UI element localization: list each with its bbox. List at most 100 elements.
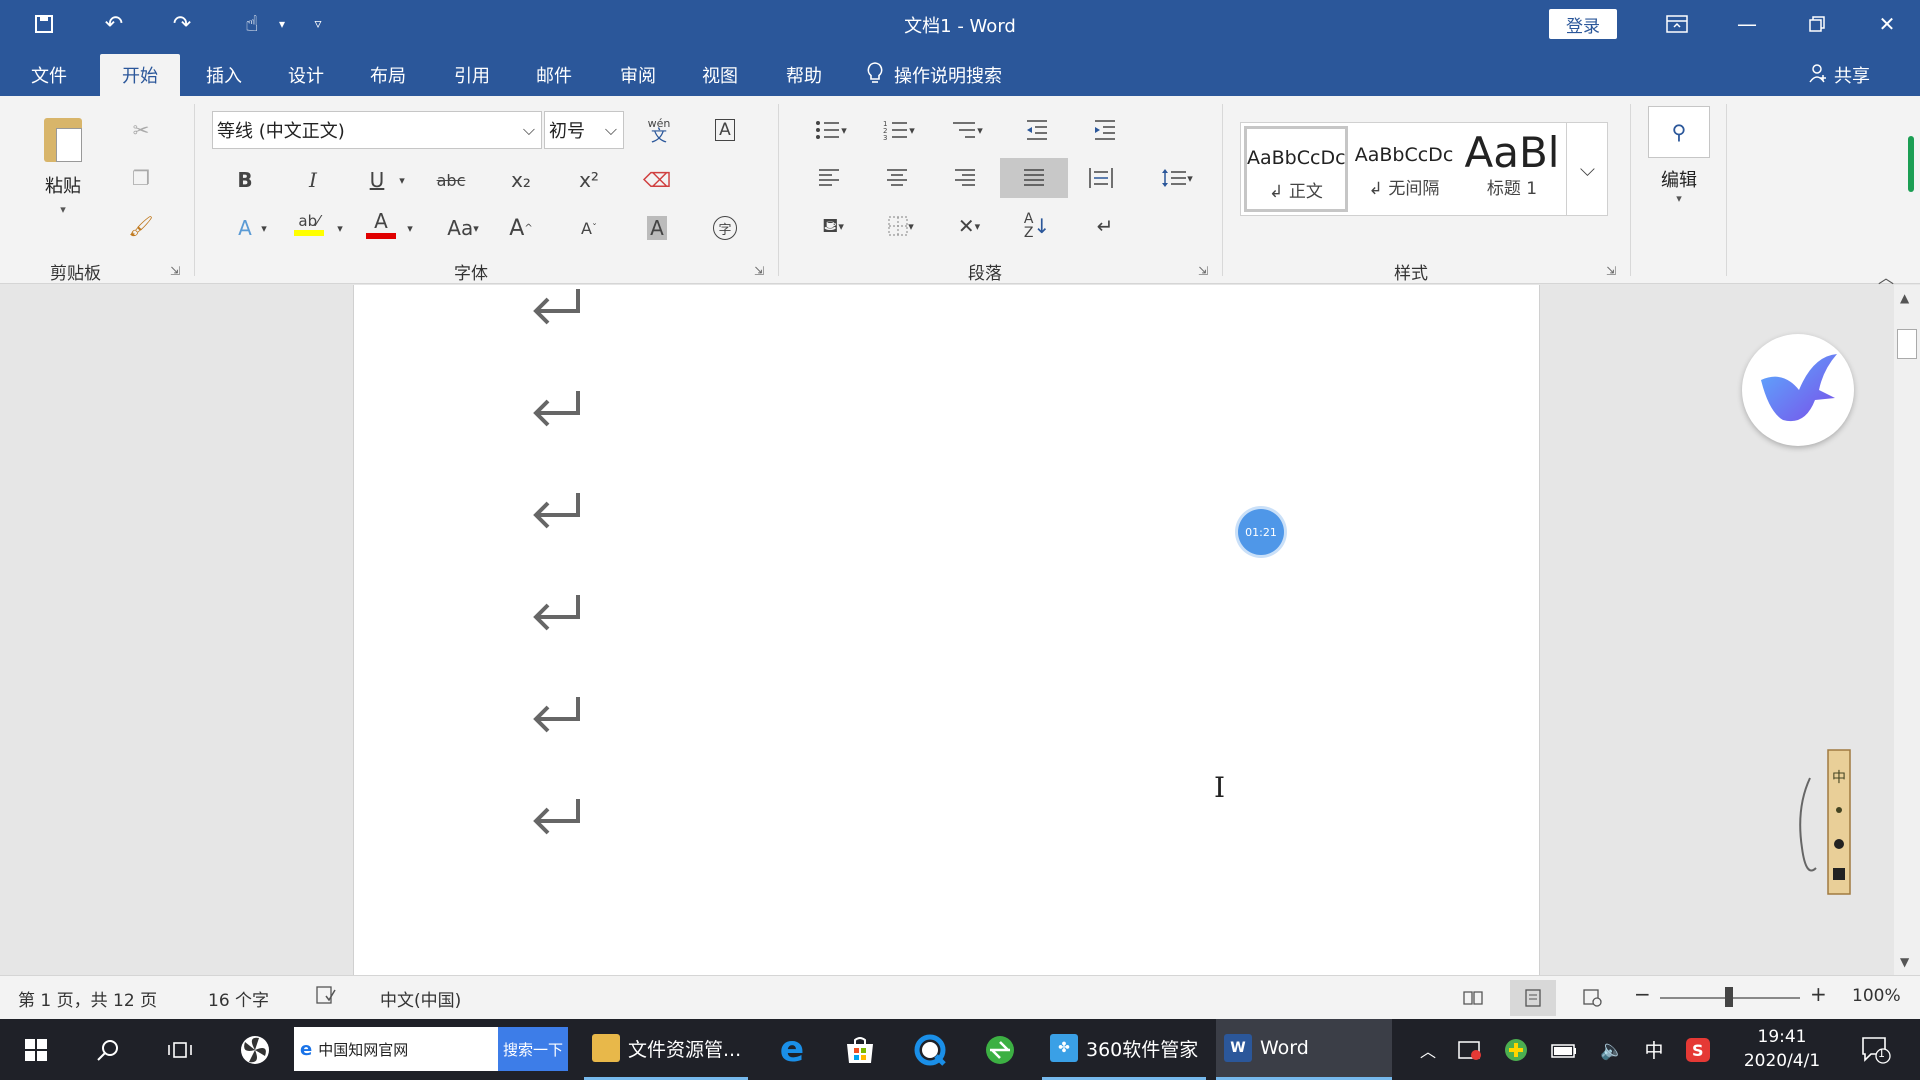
grow-font-button[interactable]: A ^ (502, 210, 540, 246)
multilevel-list-button[interactable]: ▾ (942, 112, 992, 148)
proofing-icon[interactable] (316, 986, 336, 1009)
bullets-button[interactable]: ▾ (806, 112, 856, 148)
copy-icon[interactable]: ❐ (122, 160, 160, 196)
taskbar-app-file-explorer[interactable]: 文件资源管... (584, 1019, 748, 1080)
tab-insert[interactable]: 插入 (194, 54, 254, 96)
text-effects-dropdown-icon[interactable]: ▾ (256, 210, 272, 246)
share-button[interactable]: 共享 (1808, 54, 1870, 96)
paste-button[interactable]: 粘贴 ▾ (38, 110, 88, 226)
green-app-icon[interactable] (976, 1019, 1024, 1080)
tab-home[interactable]: 开始 (100, 54, 180, 96)
close-icon[interactable]: ✕ (1852, 0, 1920, 48)
borders-button[interactable]: ▾ (876, 208, 926, 244)
superscript-button[interactable]: x² (570, 162, 608, 198)
font-size-field[interactable]: 初号 ⌵ (544, 111, 624, 149)
volume-icon[interactable]: 🔈 (1594, 1019, 1630, 1080)
style-no-spacing[interactable]: AaBbCcDc ↲ 无间隔 (1352, 126, 1456, 212)
strikethrough-button[interactable]: abc (432, 162, 470, 198)
chinese-layout-button[interactable]: ✕ ▾ (944, 208, 994, 244)
distributed-icon[interactable] (1082, 160, 1120, 196)
underline-button[interactable]: U (358, 162, 396, 198)
vertical-scrollbar[interactable]: ▲ ▼ (1894, 285, 1920, 975)
notification-center-icon[interactable]: 1 (1852, 1019, 1900, 1080)
decrease-indent-icon[interactable] (1018, 112, 1056, 148)
show-hidden-icons-chevron-up-icon[interactable]: ︿ (1410, 1019, 1446, 1080)
sort-icon[interactable]: A Z ↓ (1018, 208, 1056, 244)
paragraph-launcher-icon[interactable]: ⇲ (1198, 264, 1208, 278)
increase-indent-icon[interactable] (1086, 112, 1124, 148)
highlight-color-button[interactable]: ab⁄ (290, 206, 328, 242)
tab-help[interactable]: 帮助 (774, 54, 834, 96)
side-decoration-widget[interactable]: 中 (1796, 748, 1852, 896)
recording-timer[interactable]: 01:21 (1238, 509, 1284, 555)
tell-me-search[interactable]: 操作说明搜索 (866, 54, 1002, 96)
scroll-up-icon[interactable]: ▲ (1900, 291, 1909, 305)
paste-dropdown-icon[interactable]: ▾ (60, 203, 66, 216)
cut-icon[interactable]: ✂ (122, 112, 160, 148)
shrink-font-button[interactable]: Aˇ (570, 210, 608, 246)
subscript-button[interactable]: x₂ (502, 162, 540, 198)
360-tray-icon[interactable] (1498, 1019, 1534, 1080)
pinwheel-app-icon[interactable] (230, 1019, 280, 1080)
bird-app-icon[interactable] (1742, 334, 1854, 446)
web-layout-icon[interactable] (1570, 980, 1616, 1016)
sogou-ime-icon[interactable]: S (1680, 1019, 1716, 1080)
justify-icon[interactable] (1000, 158, 1068, 198)
tab-mailings[interactable]: 邮件 (524, 54, 584, 96)
format-painter-icon[interactable]: 🖌 (122, 208, 160, 244)
change-case-button[interactable]: Aa ▾ (440, 210, 486, 246)
tab-file[interactable]: 文件 (18, 54, 80, 96)
numbering-button[interactable]: 1 2 3 ▾ (874, 112, 924, 148)
bold-button[interactable]: B (226, 162, 264, 198)
restore-icon[interactable] (1782, 0, 1852, 48)
page-count[interactable]: 第 1 页，共 12 页 (18, 986, 157, 1011)
taskbar-app-word[interactable]: W Word (1216, 1019, 1392, 1080)
shading-button[interactable]: ⛾ ▾ (808, 208, 858, 244)
browser-search-input[interactable]: e 中国知网官网 (294, 1027, 498, 1071)
battery-icon[interactable] (1546, 1019, 1582, 1080)
minimize-icon[interactable]: — (1712, 0, 1782, 48)
font-color-dropdown-icon[interactable]: ▾ (402, 210, 418, 246)
underline-dropdown-icon[interactable]: ▾ (394, 162, 410, 198)
store-icon[interactable] (836, 1019, 884, 1080)
login-button[interactable]: 登录 (1549, 9, 1617, 39)
ime-indicator[interactable]: 中 (1636, 1019, 1672, 1080)
tab-layout[interactable]: 布局 (358, 54, 418, 96)
tab-design[interactable]: 设计 (276, 54, 336, 96)
print-layout-icon[interactable] (1510, 980, 1556, 1016)
tab-view[interactable]: 视图 (690, 54, 750, 96)
task-view-icon[interactable] (158, 1019, 202, 1080)
zoom-in-button[interactable]: + (1810, 982, 1827, 1006)
tab-review[interactable]: 审阅 (608, 54, 668, 96)
show-hide-marks-icon[interactable]: ↵ (1086, 208, 1124, 244)
search-icon[interactable] (86, 1019, 130, 1080)
enclose-characters-button[interactable]: 字 (706, 210, 744, 246)
taskbar-app-360[interactable]: ✤ 360软件管家 (1042, 1019, 1206, 1080)
language-indicator[interactable]: 中文(中国) (380, 986, 461, 1011)
system-clock[interactable]: 19:41 2020/4/1 (1736, 1025, 1828, 1073)
character-border-icon[interactable]: A (706, 112, 744, 148)
font-launcher-icon[interactable]: ⇲ (754, 264, 764, 278)
scroll-down-icon[interactable]: ▼ (1900, 955, 1909, 969)
zoom-slider-thumb[interactable] (1725, 987, 1733, 1007)
tab-references[interactable]: 引用 (442, 54, 502, 96)
clear-formatting-icon[interactable]: ⌫ (638, 162, 676, 198)
align-left-icon[interactable] (810, 160, 848, 196)
windows-start-icon[interactable] (14, 1019, 58, 1080)
font-name-field[interactable]: 等线 (中文正文) ⌵ (212, 111, 542, 149)
clipboard-launcher-icon[interactable]: ⇲ (170, 264, 180, 278)
editing-button[interactable]: ⚲ 编辑 ▾ (1648, 106, 1710, 205)
ribbon-display-options-icon[interactable] (1642, 0, 1712, 48)
align-right-icon[interactable] (946, 160, 984, 196)
browser-q-icon[interactable] (906, 1019, 954, 1080)
security-tray-icon[interactable] (1452, 1019, 1488, 1080)
style-heading-1[interactable]: AaBl 标题 1 (1460, 126, 1564, 212)
read-mode-icon[interactable] (1450, 980, 1496, 1016)
font-color-button[interactable]: A (362, 206, 400, 242)
scrollbar-thumb[interactable] (1897, 329, 1917, 359)
edge-icon[interactable]: e (768, 1019, 816, 1080)
italic-button[interactable]: I (294, 162, 332, 198)
browser-search-button[interactable]: 搜索一下 (498, 1027, 568, 1071)
phonetic-guide-icon[interactable]: wén 文 (640, 112, 678, 148)
line-spacing-button[interactable]: ▾ (1152, 160, 1202, 196)
